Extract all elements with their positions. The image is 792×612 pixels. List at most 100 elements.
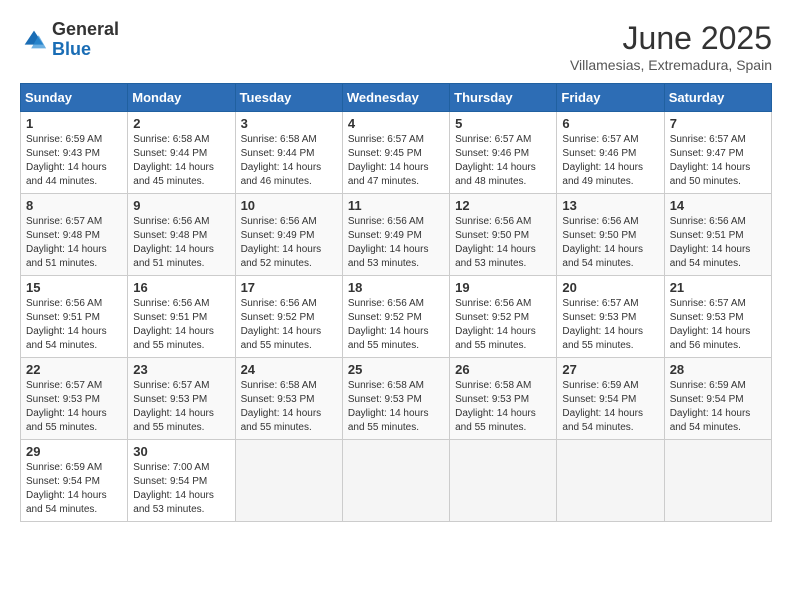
day-info: Sunrise: 6:58 AMSunset: 9:53 PMDaylight:… <box>455 379 551 435</box>
calendar-cell <box>235 440 342 522</box>
day-info: Sunrise: 6:56 AMSunset: 9:50 PMDaylight:… <box>562 215 658 271</box>
calendar-week-5: 29Sunrise: 6:59 AMSunset: 9:54 PMDayligh… <box>21 440 772 522</box>
title-area: June 2025 Villamesias, Extremadura, Spai… <box>570 20 772 73</box>
day-number: 9 <box>133 198 229 213</box>
calendar-cell: 2 Sunrise: 6:58 AMSunset: 9:44 PMDaylight… <box>128 112 235 194</box>
day-info: Sunrise: 6:59 AMSunset: 9:54 PMDaylight:… <box>26 461 122 517</box>
calendar-week-4: 22 Sunrise: 6:57 AMSunset: 9:53 PMDayligh… <box>21 358 772 440</box>
calendar-cell <box>557 440 664 522</box>
location-subtitle: Villamesias, Extremadura, Spain <box>570 57 772 73</box>
day-number: 12 <box>455 198 551 213</box>
day-number: 27 <box>562 362 658 377</box>
weekday-header-wednesday: Wednesday <box>342 84 449 112</box>
calendar-cell: 21Sunrise: 6:57 AMSunset: 9:53 PMDayligh… <box>664 276 771 358</box>
calendar-cell: 12 Sunrise: 6:56 AMSunset: 9:50 PMDayligh… <box>450 194 557 276</box>
calendar-cell: 5 Sunrise: 6:57 AMSunset: 9:46 PMDaylight… <box>450 112 557 194</box>
day-info: Sunrise: 6:58 AMSunset: 9:44 PMDaylight:… <box>133 133 229 189</box>
day-number: 15 <box>26 280 122 295</box>
day-number: 18 <box>348 280 444 295</box>
day-number: 19 <box>455 280 551 295</box>
calendar-cell: 16 Sunrise: 6:56 AMSunset: 9:51 PMDayligh… <box>128 276 235 358</box>
day-info: Sunrise: 6:58 AMSunset: 9:53 PMDaylight:… <box>348 379 444 435</box>
weekday-header-friday: Friday <box>557 84 664 112</box>
calendar-cell: 15Sunrise: 6:56 AMSunset: 9:51 PMDayligh… <box>21 276 128 358</box>
day-info: Sunrise: 6:56 AMSunset: 9:50 PMDaylight:… <box>455 215 551 271</box>
day-number: 16 <box>133 280 229 295</box>
calendar-cell: 23 Sunrise: 6:57 AMSunset: 9:53 PMDayligh… <box>128 358 235 440</box>
calendar-cell: 25 Sunrise: 6:58 AMSunset: 9:53 PMDayligh… <box>342 358 449 440</box>
calendar-cell: 6Sunrise: 6:57 AMSunset: 9:46 PMDaylight… <box>557 112 664 194</box>
day-info: Sunrise: 6:56 AMSunset: 9:49 PMDaylight:… <box>241 215 337 271</box>
calendar-cell: 20 Sunrise: 6:57 AMSunset: 9:53 PMDayligh… <box>557 276 664 358</box>
calendar-cell: 13 Sunrise: 6:56 AMSunset: 9:50 PMDayligh… <box>557 194 664 276</box>
calendar-cell: 8Sunrise: 6:57 AMSunset: 9:48 PMDaylight… <box>21 194 128 276</box>
day-number: 13 <box>562 198 658 213</box>
day-info: Sunrise: 6:56 AMSunset: 9:52 PMDaylight:… <box>348 297 444 353</box>
day-info: Sunrise: 6:56 AMSunset: 9:49 PMDaylight:… <box>348 215 444 271</box>
day-number: 28 <box>670 362 766 377</box>
day-number: 4 <box>348 116 444 131</box>
calendar-cell: 9Sunrise: 6:56 AMSunset: 9:48 PMDaylight… <box>128 194 235 276</box>
calendar-cell: 19 Sunrise: 6:56 AMSunset: 9:52 PMDayligh… <box>450 276 557 358</box>
calendar-week-3: 15 Sunrise: 6:56 AMSunset: 9:51 PMDayligh… <box>21 276 772 358</box>
calendar-cell: 29Sunrise: 6:59 AMSunset: 9:54 PMDayligh… <box>21 440 128 522</box>
logo-text: General Blue <box>52 20 119 60</box>
day-info: Sunrise: 6:57 AMSunset: 9:47 PMDaylight:… <box>670 133 766 189</box>
calendar-cell: 7 Sunrise: 6:57 AMSunset: 9:47 PMDaylight… <box>664 112 771 194</box>
weekday-header-saturday: Saturday <box>664 84 771 112</box>
day-number: 23 <box>133 362 229 377</box>
day-info: Sunrise: 6:57 AMSunset: 9:53 PMDaylight:… <box>26 379 122 435</box>
calendar-cell: 18 Sunrise: 6:56 AMSunset: 9:52 PMDayligh… <box>342 276 449 358</box>
weekday-header-tuesday: Tuesday <box>235 84 342 112</box>
day-info: Sunrise: 6:56 AMSunset: 9:52 PMDaylight:… <box>455 297 551 353</box>
day-number: 1 <box>26 116 122 131</box>
day-number: 2 <box>133 116 229 131</box>
day-info: Sunrise: 6:57 AMSunset: 9:53 PMDaylight:… <box>133 379 229 435</box>
day-number: 26 <box>455 362 551 377</box>
logo-blue: Blue <box>52 39 91 59</box>
logo: General Blue <box>20 20 119 60</box>
calendar-cell: 1Sunrise: 6:59 AMSunset: 9:43 PMDaylight… <box>21 112 128 194</box>
day-number: 20 <box>562 280 658 295</box>
day-info: Sunrise: 6:56 AMSunset: 9:51 PMDaylight:… <box>670 215 766 271</box>
calendar-cell: 10 Sunrise: 6:56 AMSunset: 9:49 PMDayligh… <box>235 194 342 276</box>
day-number: 22 <box>26 362 122 377</box>
calendar-week-1: 1Sunrise: 6:59 AMSunset: 9:43 PMDaylight… <box>21 112 772 194</box>
day-number: 25 <box>348 362 444 377</box>
day-number: 10 <box>241 198 337 213</box>
day-number: 24 <box>241 362 337 377</box>
calendar-cell: 26 Sunrise: 6:58 AMSunset: 9:53 PMDayligh… <box>450 358 557 440</box>
header: General Blue June 2025 Villamesias, Extr… <box>20 20 772 73</box>
calendar-cell: 24Sunrise: 6:58 AMSunset: 9:53 PMDayligh… <box>235 358 342 440</box>
day-info: Sunrise: 6:57 AMSunset: 9:48 PMDaylight:… <box>26 215 122 271</box>
day-info: Sunrise: 6:57 AMSunset: 9:53 PMDaylight:… <box>670 297 766 353</box>
day-number: 5 <box>455 116 551 131</box>
day-number: 7 <box>670 116 766 131</box>
weekday-header-row: SundayMondayTuesdayWednesdayThursdayFrid… <box>21 84 772 112</box>
day-number: 14 <box>670 198 766 213</box>
day-number: 30 <box>133 444 229 459</box>
calendar-cell: 22 Sunrise: 6:57 AMSunset: 9:53 PMDayligh… <box>21 358 128 440</box>
day-info: Sunrise: 6:58 AMSunset: 9:44 PMDaylight:… <box>241 133 337 189</box>
calendar-cell <box>664 440 771 522</box>
calendar-cell: 30 Sunrise: 7:00 AMSunset: 9:54 PMDayligh… <box>128 440 235 522</box>
calendar-table: SundayMondayTuesdayWednesdayThursdayFrid… <box>20 83 772 522</box>
calendar-cell: 14 Sunrise: 6:56 AMSunset: 9:51 PMDayligh… <box>664 194 771 276</box>
logo-general: General <box>52 19 119 39</box>
calendar-cell: 17Sunrise: 6:56 AMSunset: 9:52 PMDayligh… <box>235 276 342 358</box>
calendar-cell: 27Sunrise: 6:59 AMSunset: 9:54 PMDayligh… <box>557 358 664 440</box>
day-info: Sunrise: 6:56 AMSunset: 9:51 PMDaylight:… <box>133 297 229 353</box>
day-number: 6 <box>562 116 658 131</box>
day-info: Sunrise: 6:59 AMSunset: 9:54 PMDaylight:… <box>670 379 766 435</box>
weekday-header-sunday: Sunday <box>21 84 128 112</box>
day-number: 3 <box>241 116 337 131</box>
day-info: Sunrise: 6:57 AMSunset: 9:53 PMDaylight:… <box>562 297 658 353</box>
day-info: Sunrise: 7:00 AMSunset: 9:54 PMDaylight:… <box>133 461 229 517</box>
calendar-cell: 28 Sunrise: 6:59 AMSunset: 9:54 PMDayligh… <box>664 358 771 440</box>
weekday-header-thursday: Thursday <box>450 84 557 112</box>
logo-icon <box>20 26 48 54</box>
weekday-header-monday: Monday <box>128 84 235 112</box>
day-info: Sunrise: 6:57 AMSunset: 9:46 PMDaylight:… <box>455 133 551 189</box>
day-info: Sunrise: 6:56 AMSunset: 9:52 PMDaylight:… <box>241 297 337 353</box>
day-info: Sunrise: 6:57 AMSunset: 9:45 PMDaylight:… <box>348 133 444 189</box>
